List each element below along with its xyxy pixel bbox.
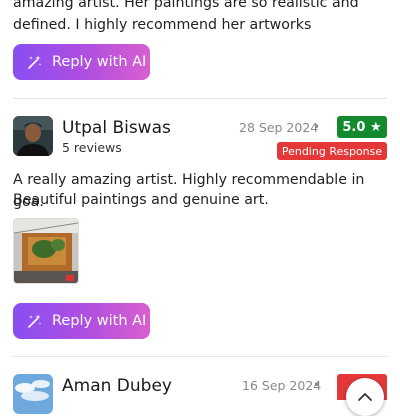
reviews-count: 5 reviews <box>62 140 122 155</box>
avatar <box>13 374 53 414</box>
review-date: 28 Sep 2024 <box>239 120 319 135</box>
divider <box>13 356 387 357</box>
avatar <box>13 116 53 156</box>
review-text-line: Beautiful paintings and genuine art. <box>13 192 269 208</box>
reply-with-ai-label: Reply with AI <box>52 313 147 329</box>
review-text-line: amazing artist. Her paintings are so rea… <box>13 0 359 11</box>
separator-dot: • <box>313 120 321 134</box>
divider <box>13 98 387 99</box>
reply-with-ai-button[interactable]: Reply with AI <box>13 44 150 80</box>
rating-badge: 5.0 ★ <box>337 116 387 138</box>
magic-wand-icon <box>28 55 42 69</box>
reply-with-ai-button[interactable]: Reply with AI <box>13 303 150 339</box>
scroll-to-top-button[interactable] <box>346 378 384 416</box>
separator-dot: • <box>313 378 321 392</box>
magic-wand-icon <box>28 314 42 328</box>
chevron-up-icon <box>358 393 372 401</box>
review-photo-thumbnail[interactable] <box>13 218 79 284</box>
reviewer-name: Utpal Biswas <box>62 118 171 138</box>
reviewer-name: Aman Dubey <box>62 376 172 396</box>
status-badge: Pending Response <box>277 142 387 160</box>
reply-with-ai-label: Reply with AI <box>52 54 147 70</box>
review-date: 16 Sep 2024 <box>242 378 322 393</box>
review-text-line: defined. I highly recommend her artworks <box>13 17 312 33</box>
